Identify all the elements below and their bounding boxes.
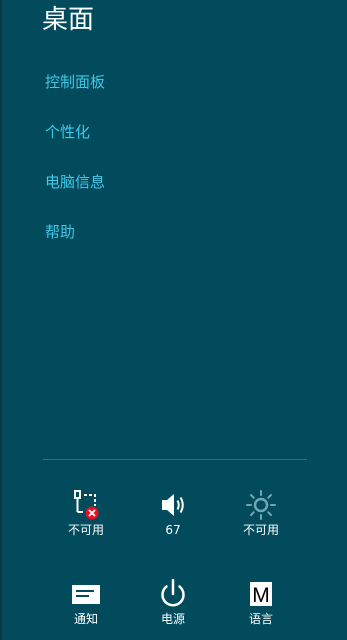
language-m-icon: M [225,577,297,611]
menu-item-control-panel[interactable]: 控制面板 [45,70,105,120]
notifications-label: 通知 [73,612,98,626]
settings-menu: 控制面板 个性化 电脑信息 帮助 [45,70,105,270]
panel-edge [0,0,2,640]
volume-tile[interactable]: 67 [137,488,209,538]
brightness-label: 不可用 [242,523,279,537]
power-label: 电源 [160,612,185,626]
language-glyph: M [252,584,270,607]
language-label: 语言 [248,612,273,626]
menu-item-pc-info[interactable]: 电脑信息 [45,170,105,220]
menu-item-help[interactable]: 帮助 [45,220,105,270]
notifications-icon [50,577,122,611]
panel-title: 桌面 [42,5,95,35]
notifications-tile[interactable]: 通知 [50,577,122,627]
menu-item-personalization[interactable]: 个性化 [45,120,105,170]
network-label: 不可用 [67,523,104,537]
network-tile[interactable]: 不可用 [50,488,122,538]
network-unavailable-icon [50,488,122,522]
language-tile[interactable]: M 语言 [225,577,297,627]
volume-label: 67 [165,523,181,537]
brightness-tile[interactable]: 不可用 [225,488,297,538]
section-divider [43,459,307,460]
power-icon [137,577,209,611]
brightness-sun-icon [225,488,297,522]
speaker-icon [137,488,209,522]
power-tile[interactable]: 电源 [137,577,209,627]
